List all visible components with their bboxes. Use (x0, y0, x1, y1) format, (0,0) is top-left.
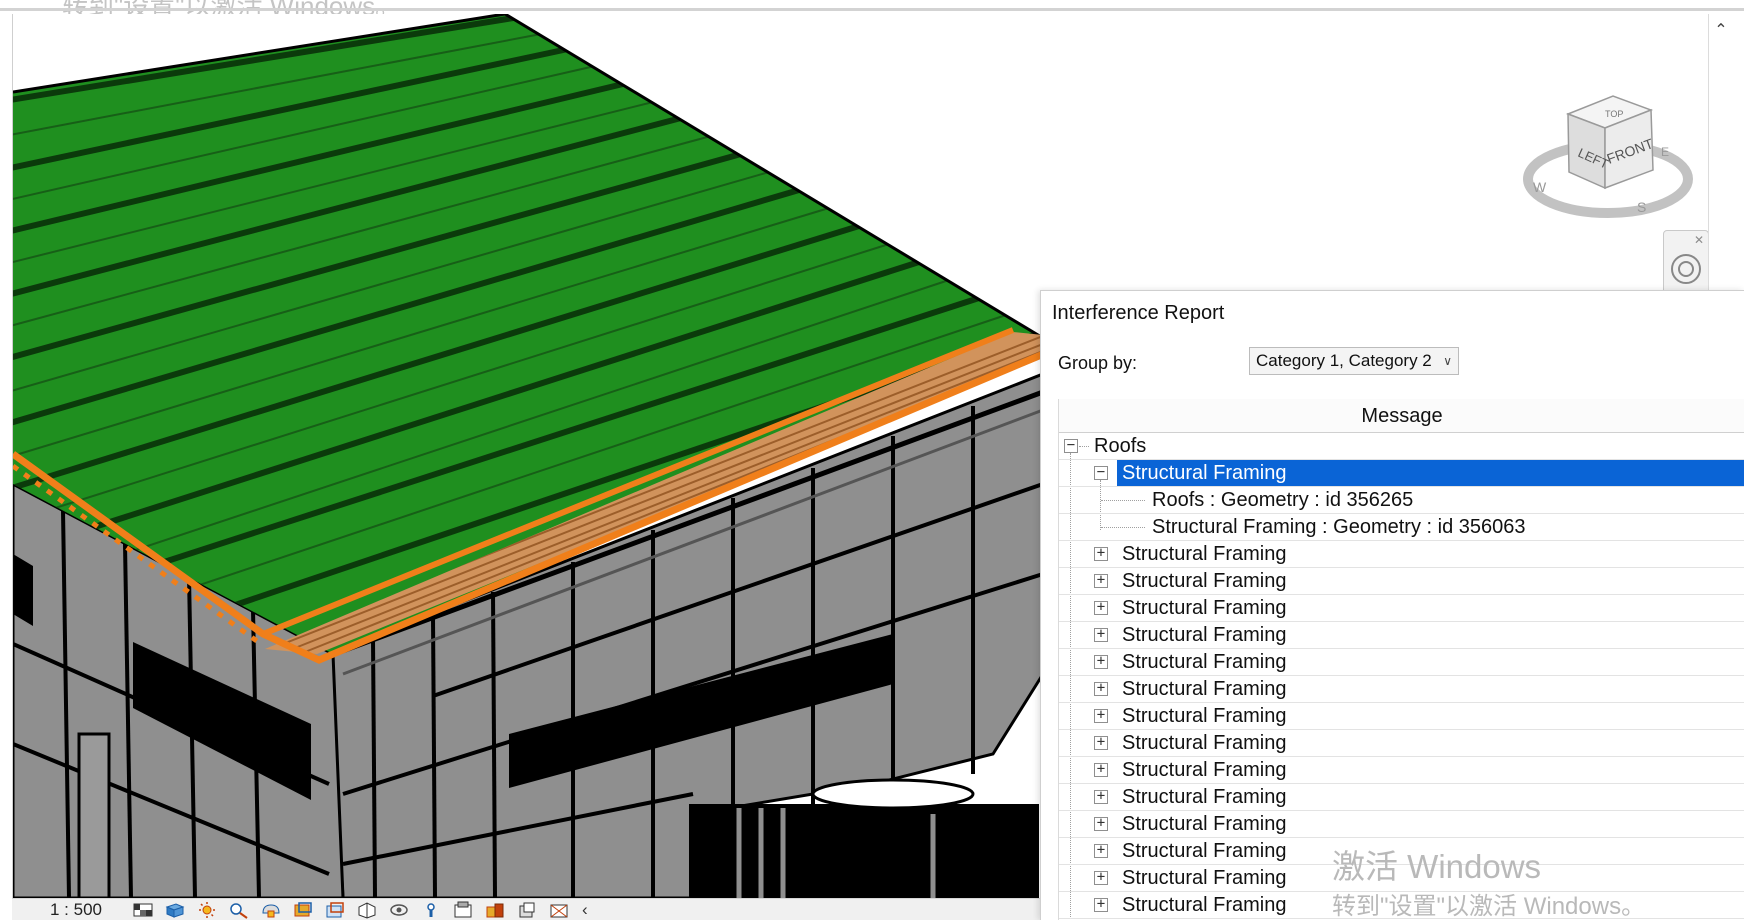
tree-node-label: Structural Framing (1122, 651, 1287, 673)
reveal-constraints-icon[interactable] (546, 901, 572, 919)
tree-node-structural-framing[interactable]: + Structural Framing (1059, 568, 1744, 595)
tree-node-label: Structural Framing (1122, 705, 1287, 727)
tree-leaf-roofs-geometry[interactable]: Roofs : Geometry : id 356265 (1059, 487, 1744, 514)
message-column-header[interactable]: Message (1059, 399, 1744, 433)
tree-node-label: Structural Framing (1122, 678, 1287, 700)
chevron-left-icon[interactable]: ‹ (582, 900, 588, 920)
highlight-displacement-icon[interactable] (514, 901, 540, 919)
tree-connector (1101, 500, 1145, 501)
expand-icon[interactable]: + (1094, 735, 1108, 750)
tree-node-roofs[interactable]: − Roofs (1059, 433, 1744, 460)
expand-icon[interactable]: + (1094, 681, 1108, 696)
tree-node-label: Structural Framing (1117, 460, 1744, 486)
expand-icon[interactable]: + (1094, 870, 1108, 885)
tree-node-label: Structural Framing (1122, 813, 1287, 835)
interference-report-dialog: Interference Report Group by: Category 1… (1040, 290, 1744, 920)
tree-node-label: Structural Framing (1122, 624, 1287, 646)
tree-node-label: Structural Framing (1122, 732, 1287, 754)
tree-node-label: Structural Framing (1122, 840, 1287, 862)
expand-icon[interactable]: + (1094, 762, 1108, 777)
tree-node-structural-framing[interactable]: + Structural Framing (1059, 676, 1744, 703)
tree-node-label: Roofs (1094, 435, 1147, 457)
temporary-view-properties-icon[interactable] (450, 901, 476, 919)
activation-watermark-subtitle: 转到"设置"以激活 Windows。 (1332, 893, 1646, 920)
expand-icon[interactable]: + (1094, 654, 1108, 669)
tree-node-structural-framing-selected[interactable]: − Structural Framing (1059, 460, 1744, 487)
compass-w-label[interactable]: W (1533, 179, 1547, 195)
group-by-value: Category 1, Category 2 (1256, 351, 1432, 370)
shadows-icon[interactable] (226, 901, 252, 919)
temporary-hide-icon[interactable] (354, 901, 380, 919)
reveal-hidden-icon[interactable] (386, 901, 412, 919)
compass-e-label[interactable]: E (1661, 145, 1669, 159)
tree-node-label: Structural Framing (1122, 570, 1287, 592)
expand-icon[interactable]: + (1094, 843, 1108, 858)
tree-node-label: Structural Framing (1122, 786, 1287, 808)
viewcube[interactable]: TOP LEFT FRONT W S E (1513, 84, 1703, 234)
group-by-label: Group by: (1058, 353, 1138, 373)
visual-style-icon[interactable] (162, 901, 188, 919)
tree-node-label: Structural Framing (1122, 759, 1287, 781)
title-bar-edge (0, 8, 1744, 11)
viewcube-top-label[interactable]: TOP (1605, 109, 1623, 119)
tree-leaf-label: Roofs : Geometry : id 356265 (1152, 489, 1414, 511)
sun-path-icon[interactable] (194, 901, 220, 919)
expand-icon[interactable]: + (1094, 600, 1108, 615)
expand-icon[interactable]: + (1094, 573, 1108, 588)
dialog-title: Interference Report (1052, 302, 1225, 324)
expand-icon[interactable]: + (1094, 816, 1108, 831)
close-icon[interactable]: ✕ (1694, 233, 1704, 247)
tree-connector (1079, 446, 1089, 447)
expand-icon[interactable]: + (1094, 897, 1108, 912)
tree-node-label: Structural Framing (1122, 543, 1287, 565)
crop-view-icon[interactable] (290, 901, 316, 919)
tree-node-structural-framing[interactable]: + Structural Framing (1059, 730, 1744, 757)
view-control-bar: 1 : 500 ‹ (12, 898, 1042, 920)
tree-leaf-framing-geometry[interactable]: Structural Framing : Geometry : id 35606… (1059, 514, 1744, 541)
tree-node-structural-framing[interactable]: + Structural Framing (1059, 541, 1744, 568)
tree-node-label: Structural Framing (1122, 894, 1287, 916)
view-scale[interactable]: 1 : 500 (12, 900, 130, 920)
viewport-edge (1708, 14, 1709, 290)
compass-s-label[interactable]: S (1637, 199, 1646, 215)
tree-node-structural-framing[interactable]: + Structural Framing (1059, 757, 1744, 784)
render-icon[interactable] (258, 901, 284, 919)
tree-node-structural-framing[interactable]: + Structural Framing (1059, 649, 1744, 676)
collapse-icon[interactable]: − (1094, 465, 1108, 480)
show-crop-icon[interactable] (322, 901, 348, 919)
tree-node-structural-framing[interactable]: + Structural Framing (1059, 811, 1744, 838)
tree-leaf-label: Structural Framing : Geometry : id 35606… (1152, 516, 1526, 538)
tree-node-structural-framing[interactable]: + Structural Framing (1059, 595, 1744, 622)
lock-3d-icon[interactable] (418, 901, 444, 919)
tree-node-structural-framing[interactable]: + Structural Framing (1059, 703, 1744, 730)
expand-icon[interactable]: + (1094, 708, 1108, 723)
tree-connector (1101, 527, 1145, 528)
hide-analytical-icon[interactable] (482, 901, 508, 919)
group-by-select[interactable]: Category 1, Category 2 ∨ (1249, 347, 1459, 375)
chevron-down-icon: ∨ (1443, 354, 1452, 368)
expand-icon[interactable]: + (1094, 789, 1108, 804)
expand-icon[interactable]: + (1094, 546, 1108, 561)
tree-node-structural-framing[interactable]: + Structural Framing (1059, 784, 1744, 811)
expand-icon[interactable]: + (1094, 627, 1108, 642)
activation-watermark-title: 激活 Windows (1332, 848, 1542, 885)
tree-node-label: Structural Framing (1122, 867, 1287, 889)
detail-level-icon[interactable] (130, 901, 156, 919)
chevron-up-icon[interactable]: ⌃ (1710, 20, 1732, 42)
tree-node-structural-framing[interactable]: + Structural Framing (1059, 622, 1744, 649)
collapse-icon[interactable]: − (1064, 438, 1078, 453)
tree-node-label: Structural Framing (1122, 597, 1287, 619)
